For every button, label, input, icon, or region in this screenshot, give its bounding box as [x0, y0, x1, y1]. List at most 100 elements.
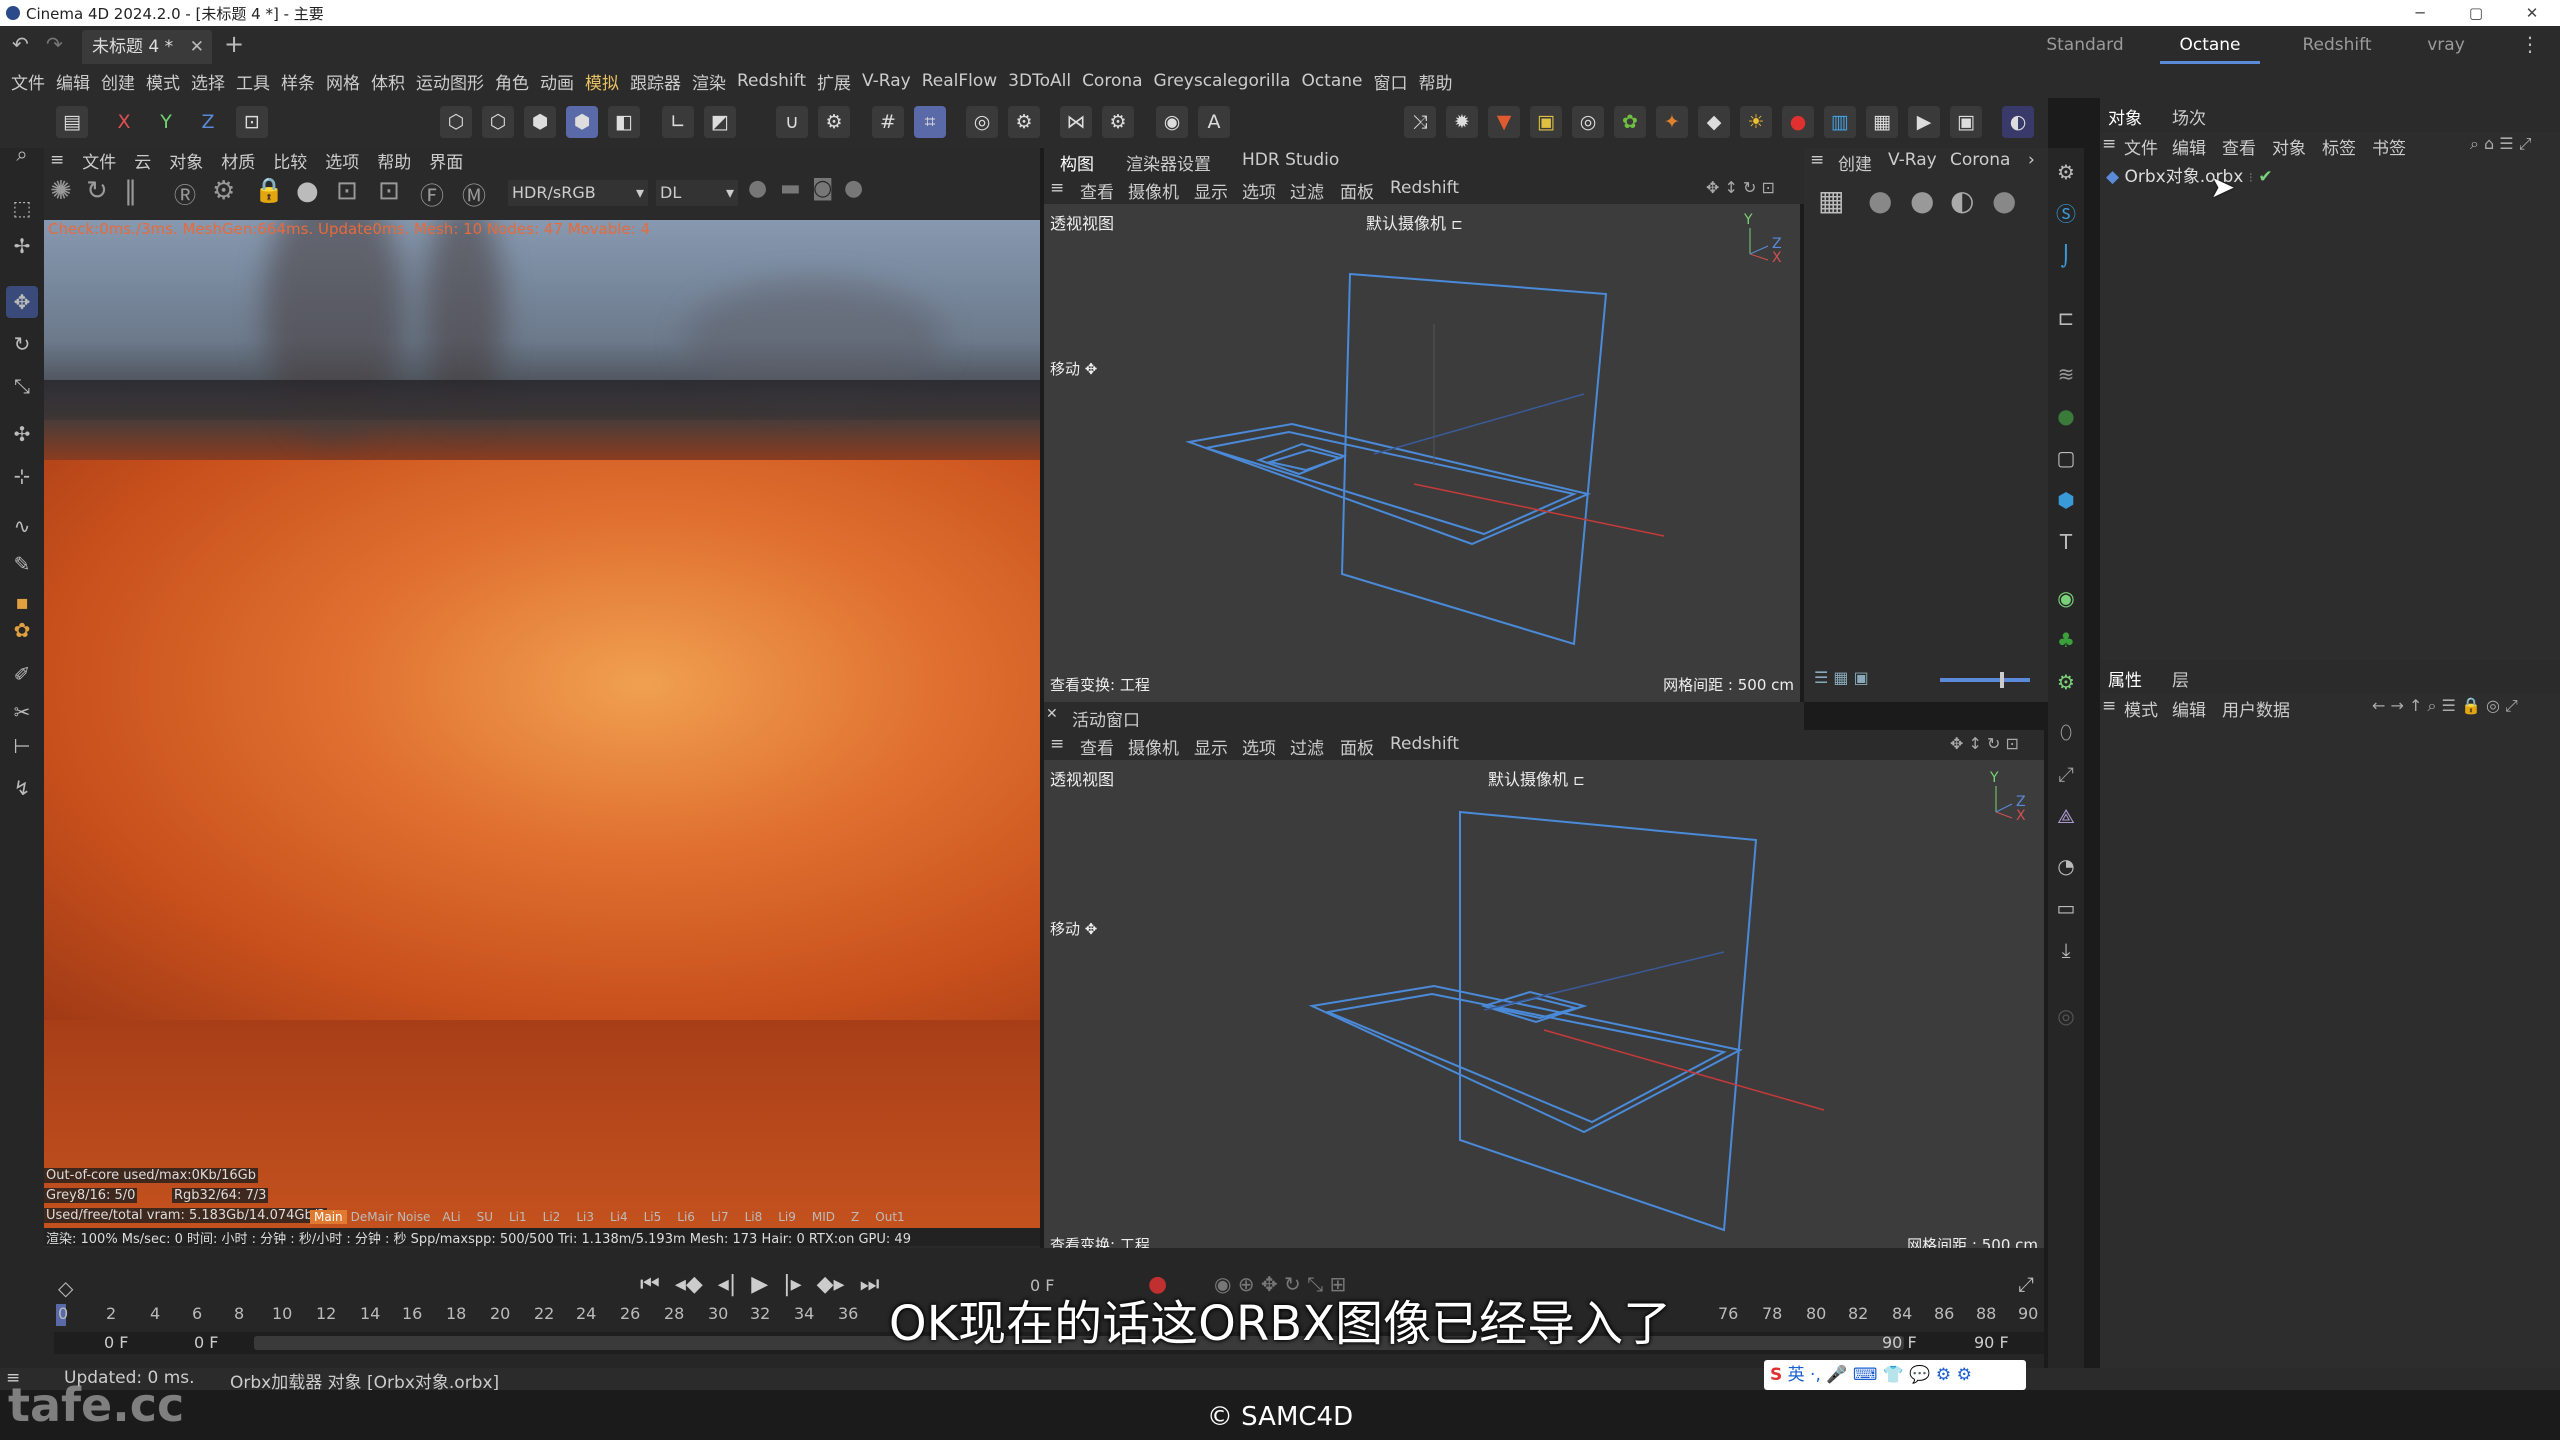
vp-menu-display[interactable]: 显示 — [1194, 734, 1228, 759]
symmetry-icon[interactable]: ⋈ — [1060, 106, 1092, 138]
chevron-right-icon[interactable]: › — [2028, 150, 2035, 170]
live-viewer-menu-item[interactable]: 对象 — [169, 148, 203, 173]
vp-menu-panel[interactable]: 面板 — [1340, 178, 1374, 203]
lock-icon[interactable]: 🔒 — [254, 176, 284, 204]
om-toolbar-icons[interactable]: ⌕ ⌂ ☰ ⤢ — [2470, 134, 2532, 154]
menu-item[interactable]: 渲染 — [692, 69, 726, 94]
tab-objects[interactable]: 对象 — [2108, 104, 2142, 129]
menu-item[interactable]: 工具 — [236, 69, 270, 94]
undo-icon[interactable]: ↶ — [12, 32, 29, 56]
live-viewer-menu-item[interactable]: 帮助 — [377, 148, 411, 173]
sphere-icon[interactable]: ● — [296, 176, 319, 206]
octane-j-icon[interactable]: ⌡ — [2050, 240, 2082, 272]
layout-icon[interactable]: ▤ — [56, 106, 88, 138]
pass-tab[interactable]: SU — [469, 1210, 501, 1224]
om-menu-object[interactable]: 对象 — [2272, 134, 2306, 159]
puzzle-icon[interactable]: ✿ — [1614, 106, 1646, 138]
axis-mode-icon[interactable]: ∟ — [662, 106, 694, 138]
ime-toolbar[interactable]: S 英 ·, 🎤 ⌨ 👕 💬 ⚙ ⚙ — [1764, 1360, 2026, 1390]
vp-menu-view[interactable]: 查看 — [1080, 178, 1114, 203]
attr-toolbar-icons[interactable]: ← → ↑ ⌕ ☰ 🔒 ◎ ⤢ — [2372, 696, 2518, 716]
channel-icon[interactable]: ● — [748, 176, 767, 201]
pass-tab[interactable]: Li1 — [501, 1210, 535, 1224]
octane-live-icon[interactable]: ◐ — [2002, 106, 2034, 138]
om-menu-file[interactable]: 文件 — [2124, 134, 2158, 159]
placement-tool-icon[interactable]: ⊹ — [6, 460, 38, 492]
om-menu-edit[interactable]: 编辑 — [2172, 134, 2206, 159]
attr-menu-userdata[interactable]: 用户数据 — [2222, 696, 2290, 721]
pass-tab[interactable]: Li3 — [568, 1210, 602, 1224]
tab-compose[interactable]: 构图 — [1060, 150, 1094, 175]
transform-tool-icon[interactable]: ✣ — [6, 418, 38, 450]
render-picture-viewer-icon[interactable]: ▣ — [1950, 106, 1982, 138]
vp-menu-filter[interactable]: 过滤 — [1290, 178, 1324, 203]
pass-tab[interactable]: Li9 — [770, 1210, 804, 1224]
focus-picker-icon[interactable]: Ⓕ — [420, 176, 444, 211]
cube-icon[interactable]: ▣ — [1530, 106, 1562, 138]
region-render-icon[interactable]: Ⓡ — [174, 178, 196, 210]
color-space-select[interactable]: HDR/sRGB ▾ — [508, 180, 648, 206]
more-menu-icon[interactable]: ⋮ — [2520, 32, 2540, 56]
texture-mode-icon[interactable]: ◩ — [704, 106, 736, 138]
gear-icon[interactable]: ⚙ — [818, 106, 850, 138]
octane-disabled-icon[interactable]: ◎ — [2050, 1000, 2082, 1032]
vp-menu-camera[interactable]: 摄像机 — [1128, 178, 1179, 203]
octane-text-icon[interactable]: T — [2050, 526, 2082, 558]
vp-menu-camera[interactable]: 摄像机 — [1128, 734, 1179, 759]
menu-item[interactable]: RealFlow — [922, 71, 997, 91]
octane-light-icon[interactable]: ◉ — [2050, 582, 2082, 614]
pass-tab[interactable]: DeMair Noise — [347, 1210, 435, 1224]
clay-mode-icon[interactable]: ⊡ — [336, 176, 358, 206]
redo-icon[interactable]: ↷ — [46, 32, 63, 56]
om-menu-bookmarks[interactable]: 书签 — [2372, 134, 2406, 159]
tab-hdr-studio[interactable]: HDR Studio — [1242, 150, 1339, 170]
menu-item[interactable]: Corona — [1082, 71, 1142, 91]
subsampling-icon[interactable]: ⊡ — [378, 176, 400, 206]
points-mode-icon[interactable]: ⬡ — [440, 106, 472, 138]
polygons-mode-icon[interactable]: ⬢ — [524, 106, 556, 138]
tab-attributes[interactable]: 属性 — [2108, 666, 2142, 691]
new-tab-icon[interactable]: + — [224, 30, 244, 58]
menu-item[interactable]: 模拟 — [585, 69, 619, 94]
knife-icon[interactable]: ✂ — [6, 696, 38, 728]
menu-item[interactable]: 运动图形 — [416, 69, 484, 94]
material-ball-icon[interactable]: ● — [1992, 184, 2016, 217]
spline-sketch-icon[interactable]: ✎ — [6, 548, 38, 580]
menu-item[interactable]: 体积 — [371, 69, 405, 94]
octane-icon[interactable]: ◉ — [1156, 106, 1188, 138]
create-menu-corona[interactable]: Corona — [1950, 150, 2010, 170]
edges-mode-icon[interactable]: ⬡ — [482, 106, 514, 138]
hamburger-icon[interactable]: ≡ — [2102, 134, 2116, 154]
document-tab[interactable]: 未标题 4 * ✕ — [82, 30, 212, 64]
hamburger-icon[interactable]: ≡ — [1810, 150, 1824, 170]
spotlight-icon[interactable]: ◆ — [1698, 106, 1730, 138]
tab-render-settings[interactable]: 渲染器设置 — [1126, 150, 1211, 175]
blend-material-icon[interactable]: ● — [1868, 184, 1892, 217]
vp-menu-display[interactable]: 显示 — [1194, 178, 1228, 203]
menu-item[interactable]: Redshift — [737, 71, 806, 91]
a-icon[interactable]: A — [1198, 106, 1230, 138]
live-viewer-menu-item[interactable]: 比较 — [273, 148, 307, 173]
light-settings-icon[interactable]: ✹ — [1446, 106, 1478, 138]
tab-takes[interactable]: 场次 — [2172, 104, 2206, 129]
uv-mode-icon[interactable]: ◧ — [608, 106, 640, 138]
magnet-icon[interactable]: ∪ — [776, 106, 808, 138]
octane-tag-icon[interactable]: ⬯ — [2050, 716, 2082, 748]
close-icon[interactable]: ✕ — [1046, 706, 1058, 722]
measure-icon[interactable]: ⊢ — [6, 730, 38, 762]
viewport-top[interactable]: 透视视图 默认摄像机 ⊏ 移动 ✥ Y Z X 查看变换: 工程 网格间距 : … — [1044, 204, 1800, 702]
clapper-icon[interactable]: ▦ — [1866, 106, 1898, 138]
vp-menu-view[interactable]: 查看 — [1080, 734, 1114, 759]
live-viewer-menu-item[interactable]: 文件 — [82, 148, 116, 173]
target-icon[interactable]: ◎ — [1572, 106, 1604, 138]
menu-item[interactable]: Greyscalegorilla — [1154, 71, 1291, 91]
fire-icon[interactable]: ✦ — [1656, 106, 1688, 138]
tab-layers[interactable]: 层 — [2172, 666, 2189, 691]
layout-tab-standard[interactable]: Standard — [2030, 30, 2140, 64]
menu-item[interactable]: 3DToAll — [1008, 71, 1071, 91]
record-icon[interactable]: ● — [1782, 106, 1814, 138]
lamp-icon[interactable]: ▼ — [1488, 106, 1520, 138]
om-menu-view[interactable]: 查看 — [2222, 134, 2256, 159]
menu-item[interactable]: Octane — [1301, 71, 1362, 91]
render-view-icon[interactable]: ▶ — [1908, 106, 1940, 138]
